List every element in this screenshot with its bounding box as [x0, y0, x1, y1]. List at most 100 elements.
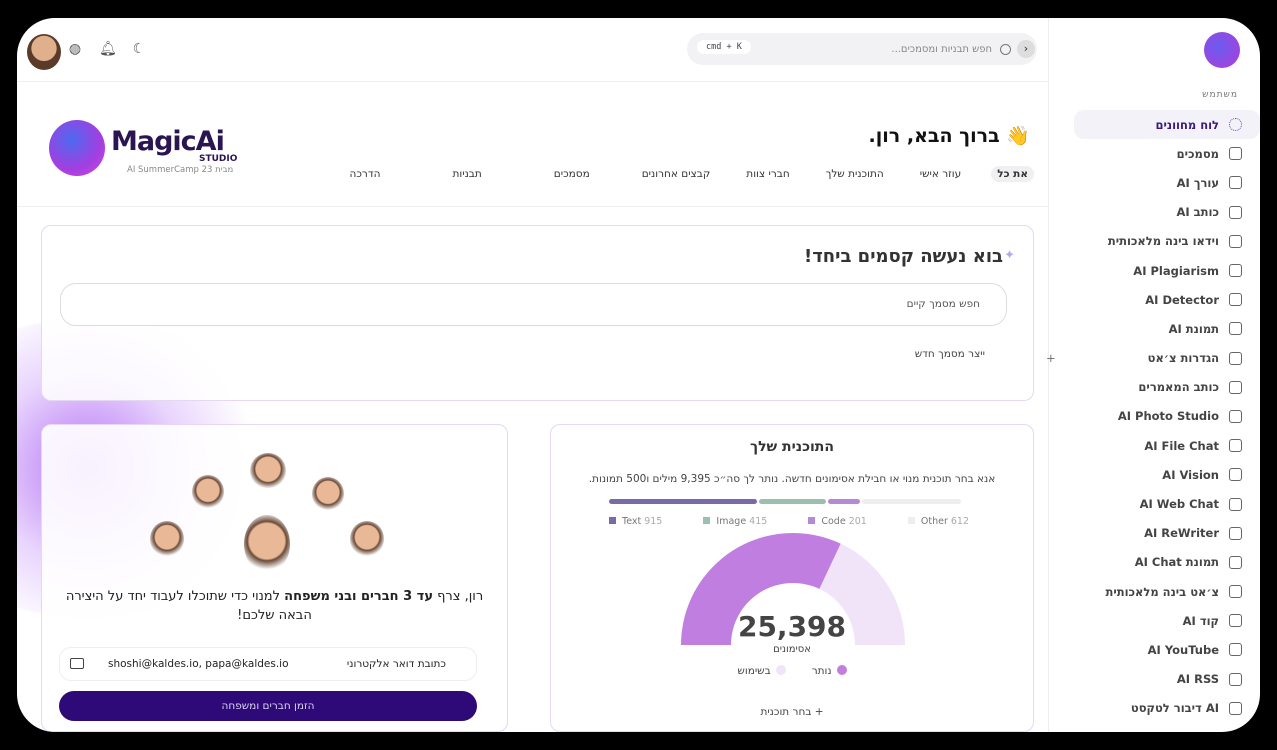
- app-logo[interactable]: [1204, 32, 1240, 68]
- archive-icon: [1229, 147, 1242, 161]
- sidebar: משתמש לוח מחוונים מסמכים עורך AI כותב AI ויד…: [1046, 18, 1260, 732]
- sidebar-item-label: AI Photo Studio: [1117, 409, 1219, 424]
- create-document-button[interactable]: ייצר מסמך חדש: [915, 348, 985, 360]
- sidebar-item[interactable]: AI Photo Studio: [1060, 402, 1260, 431]
- chat-bubble-icon: [1229, 351, 1242, 365]
- magic-title: בוא נעשה קסמים ביחד!: [803, 246, 1003, 267]
- sidebar-item[interactable]: מסמכים: [1060, 139, 1260, 168]
- sidebar-item[interactable]: צ׳אט בינה מלאכותית: [1060, 577, 1260, 606]
- sidebar-item[interactable]: AI Vision: [1060, 460, 1260, 489]
- legend-swatch: [836, 665, 847, 675]
- mail-icon: [70, 658, 84, 669]
- sidebar-item[interactable]: כותב AI: [1060, 198, 1260, 227]
- sidebar-item-label: עורך AI: [1176, 175, 1219, 190]
- sidebar-nav: לוח מחוונים מסמכים עורך AI כותב AI וידאו בינ…: [1046, 110, 1260, 723]
- sidebar-item[interactable]: AI Detector: [1060, 285, 1260, 314]
- legend-swatch: [775, 665, 786, 675]
- plus-icon[interactable]: +: [1046, 351, 1056, 365]
- sidebar-item-label: AI דיבור לטקסט: [1130, 701, 1219, 716]
- legend-remaining-label: נותר: [811, 665, 832, 677]
- sidebar-item-label: AI Web Chat: [1139, 497, 1219, 512]
- eye-scan-icon: [1229, 468, 1242, 482]
- choose-plan-button[interactable]: + בחר תוכנית: [551, 706, 1033, 718]
- search-input[interactable]: ‹ חפש תבניות ומסמכים... cmd + K: [687, 33, 1037, 65]
- avatar: [350, 521, 384, 557]
- brand-orb: [49, 120, 105, 176]
- invite-card: רון, צרף עד 3 חברים ובני משפחה למנוי כדי…: [41, 424, 508, 732]
- usage-segment-image: [758, 499, 826, 504]
- sidebar-item[interactable]: עורך AI: [1060, 168, 1260, 197]
- tab[interactable]: תבניות: [446, 166, 487, 182]
- usage-bar: [609, 499, 961, 504]
- email-value: shoshi@kaldes.io, papa@kaldes.io: [108, 658, 289, 670]
- sidebar-item[interactable]: AI File Chat: [1060, 431, 1260, 460]
- tab[interactable]: את כל: [991, 166, 1034, 182]
- sidebar-item-label: AI RSS: [1176, 672, 1219, 687]
- terminal-icon: [1229, 614, 1242, 628]
- sidebar-item[interactable]: AI Plagiarism: [1060, 256, 1260, 285]
- brand-tagline: AI SummerCamp 23 מבית: [127, 165, 234, 175]
- legend-swatch: [703, 517, 711, 524]
- sidebar-item-label: תמונת AI Chat: [1134, 555, 1219, 570]
- usage-segment-text: [609, 499, 757, 504]
- chevron-left-icon[interactable]: ‹: [1017, 40, 1035, 58]
- welcome-text: ברוך הבא, רון.: [868, 125, 1000, 147]
- sidebar-item[interactable]: לוח מחוונים: [1074, 110, 1260, 140]
- avatar: [244, 515, 290, 573]
- sidebar-item[interactable]: AI ReWriter: [1060, 519, 1260, 548]
- plus-icon: +: [811, 706, 824, 718]
- sidebar-item[interactable]: וידאו בינה מלאכותית: [1060, 227, 1260, 256]
- document-search-input[interactable]: חפש מסמך קיים: [60, 283, 1007, 326]
- sidebar-item[interactable]: תמונת AI: [1060, 314, 1260, 343]
- usage-segment-other: [862, 499, 961, 504]
- sidebar-item[interactable]: כותב המאמרים: [1060, 373, 1260, 402]
- divider: [17, 206, 1048, 207]
- email-field[interactable]: כתובת דואר אלקטרוני shoshi@kaldes.io, pa…: [59, 647, 477, 681]
- legend-swatch: [609, 517, 616, 524]
- sidebar-item-label: מסמכים: [1176, 146, 1219, 161]
- image-icon: [1229, 322, 1242, 336]
- sidebar-item[interactable]: הגדרות צ׳אט +: [1046, 344, 1260, 373]
- sidebar-section-label: משתמש: [1202, 90, 1238, 100]
- tab[interactable]: התוכנית שלך: [820, 166, 890, 182]
- image-icon: [1229, 555, 1242, 569]
- youtube-icon: [1229, 643, 1242, 657]
- sidebar-item[interactable]: AI YouTube: [1060, 635, 1260, 664]
- avatar: [250, 453, 286, 489]
- sidebar-item-label: כותב המאמרים: [1138, 380, 1219, 395]
- sidebar-item-label: וידאו בינה מלאכותית: [1107, 234, 1219, 249]
- plan-title: התוכנית שלך: [750, 439, 834, 455]
- laptop-icon: [1229, 409, 1242, 423]
- tab[interactable]: מסמכים: [548, 166, 596, 182]
- legend-used-label: בשימוש: [737, 665, 771, 677]
- tab[interactable]: קבצים אחרונים: [636, 166, 717, 182]
- plan-card: התוכנית שלך אנא בחר תוכנית מנוי או חבילת…: [550, 424, 1034, 732]
- sidebar-item-label: AI File Chat: [1144, 438, 1219, 453]
- legend-value: 915: [644, 516, 663, 527]
- sidebar-item[interactable]: AI דיבור לטקסט: [1060, 694, 1260, 723]
- pencil-icon: [1229, 526, 1242, 540]
- moon-icon[interactable]: ☾: [131, 41, 147, 57]
- sidebar-item[interactable]: AI RSS: [1060, 665, 1260, 694]
- legend-name: Text: [622, 516, 642, 527]
- tab[interactable]: עוזר אישי: [914, 166, 968, 182]
- avatar: [150, 521, 184, 557]
- sidebar-item[interactable]: קוד AI: [1060, 606, 1260, 635]
- page-title: 👋 ברוך הבא, רון.: [869, 124, 1030, 147]
- sidebar-item[interactable]: תמונת AI Chat: [1060, 548, 1260, 577]
- avatar[interactable]: [27, 34, 61, 70]
- brand-logo: MagicAi STUDIO AI SummerCamp 23 מבית: [41, 120, 241, 180]
- sidebar-item[interactable]: AI Web Chat: [1060, 489, 1260, 518]
- invite-text-pre: רון, צרף: [432, 589, 484, 604]
- invite-button[interactable]: הזמן חברים ומשפחה: [59, 691, 477, 721]
- app-window: משתמש לוח מחוונים מסמכים עורך AI כותב AI ויד…: [17, 18, 1260, 732]
- bell-icon[interactable]: 🔔︎: [99, 41, 117, 57]
- legend-name: Other: [920, 516, 948, 527]
- tab[interactable]: הדרכה: [344, 166, 387, 182]
- microphone-icon: [1229, 701, 1242, 715]
- sidebar-item-label: AI Plagiarism: [1133, 263, 1219, 278]
- tab[interactable]: חברי צוות: [740, 166, 795, 182]
- globe-icon[interactable]: ◍: [67, 41, 83, 57]
- search-icon: [1000, 43, 1011, 55]
- shortcut-badge: cmd + K: [697, 40, 751, 54]
